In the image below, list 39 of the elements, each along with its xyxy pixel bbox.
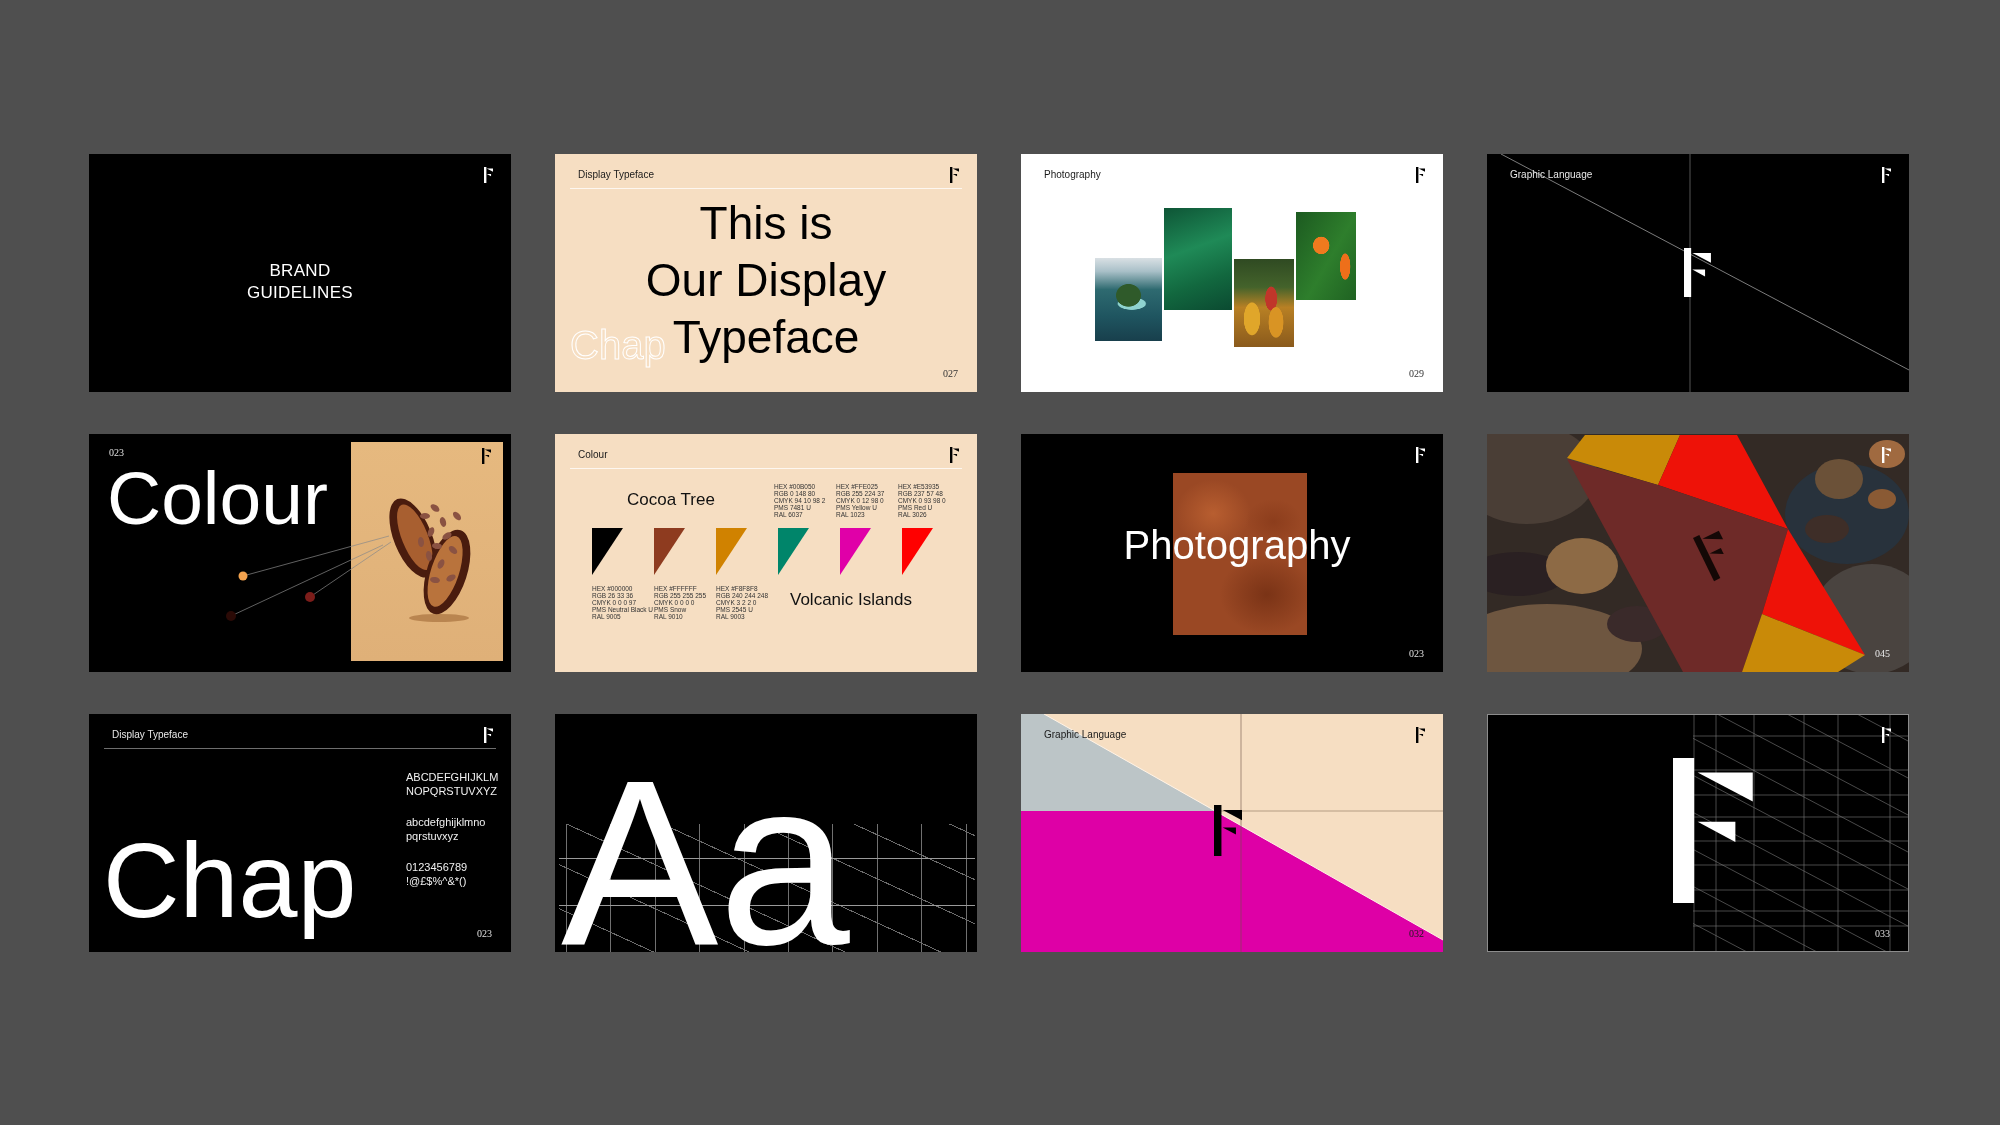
logo-icon [1416, 447, 1425, 463]
page-number: 023 [477, 928, 492, 940]
headline: Typeface [672, 310, 860, 365]
page-number: 032 [1409, 928, 1424, 940]
f-mark-graphic [1214, 805, 1243, 856]
logo-icon [950, 167, 959, 183]
f-mark-graphic [1684, 248, 1711, 297]
slide-header: Graphic Language [1044, 729, 1127, 741]
page-number: 029 [1409, 368, 1424, 380]
headline: Our Display [645, 253, 887, 308]
slide-header: Display Typeface [112, 729, 188, 741]
glyph-set-text: 0123456789 !@£$%^&*() [406, 860, 468, 888]
glyph-set-text: abcdefghijklmno pqrstuvxyz [406, 815, 486, 843]
palette-name: Cocoa Tree [627, 490, 715, 510]
slide-title: Colour [107, 461, 328, 536]
logo-icon [950, 447, 959, 463]
logo-icon [1416, 727, 1425, 743]
slide-header: Colour [578, 449, 608, 461]
glyph-set-text: ABCDEFGHIJKLM NOPQRSTUVXYZ [406, 770, 499, 798]
logo-icon [1882, 447, 1891, 463]
page-number: 027 [943, 368, 958, 380]
display-word: Chap [103, 820, 358, 942]
slide-header: Display Typeface [578, 169, 654, 181]
outline-word: Chap [570, 322, 666, 368]
cover-title: BRAND GUIDELINES [247, 259, 353, 304]
logo-icon [1882, 727, 1891, 743]
logo-icon [484, 167, 493, 183]
page-number: 033 [1875, 928, 1890, 940]
logo-icon [484, 727, 493, 743]
logo-icon [482, 448, 491, 464]
headline: This is [699, 196, 833, 251]
logo-icon [1882, 167, 1891, 183]
palette-name: Volcanic Islands [790, 590, 912, 610]
page-number: 045 [1875, 648, 1890, 660]
page-number: 023 [109, 447, 124, 459]
slide-header: Photography [1044, 169, 1101, 181]
slide-header: Graphic Language [1510, 169, 1593, 181]
page-number: 023 [1409, 648, 1424, 660]
logo-icon [1416, 167, 1425, 183]
